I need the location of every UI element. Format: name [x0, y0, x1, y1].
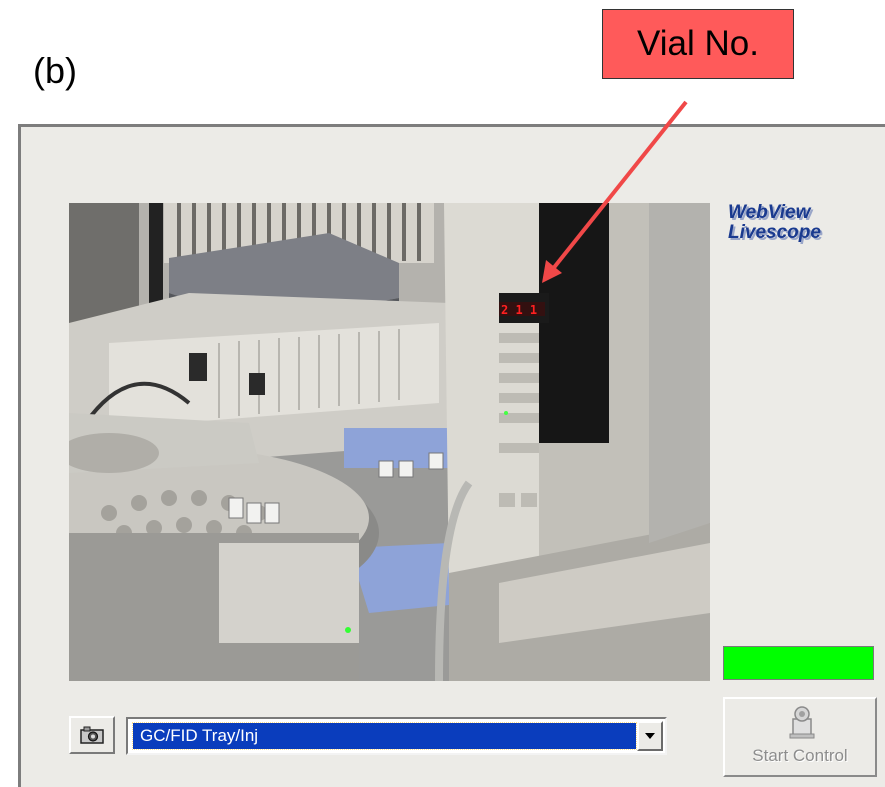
callout-text: Vial No.: [637, 24, 759, 63]
logo-line-1: WebView: [728, 202, 811, 223]
webview-livescope-logo: WebView Livescope: [728, 203, 878, 243]
dropdown-button[interactable]: [637, 721, 663, 751]
live-video-feed: 2 1 1: [69, 203, 710, 681]
figure-label: (b): [33, 50, 77, 91]
video-frame-image: 2 1 1: [69, 203, 710, 681]
camera-select[interactable]: GC/FID Tray/Inj: [126, 717, 667, 755]
camera-select-value: GC/FID Tray/Inj: [132, 722, 637, 750]
control-panel-icon: [789, 706, 815, 739]
camera-icon: [80, 726, 104, 744]
led-vial-readout: 2 1 1: [501, 303, 537, 317]
snapshot-button[interactable]: [69, 716, 115, 754]
start-control-button[interactable]: Start Control: [723, 697, 877, 777]
logo-line-2: Livescope: [728, 222, 821, 243]
status-indicator: [723, 646, 874, 680]
vial-number-callout: Vial No.: [602, 9, 794, 79]
chevron-down-icon: [645, 733, 655, 739]
start-control-label: Start Control: [752, 746, 848, 765]
